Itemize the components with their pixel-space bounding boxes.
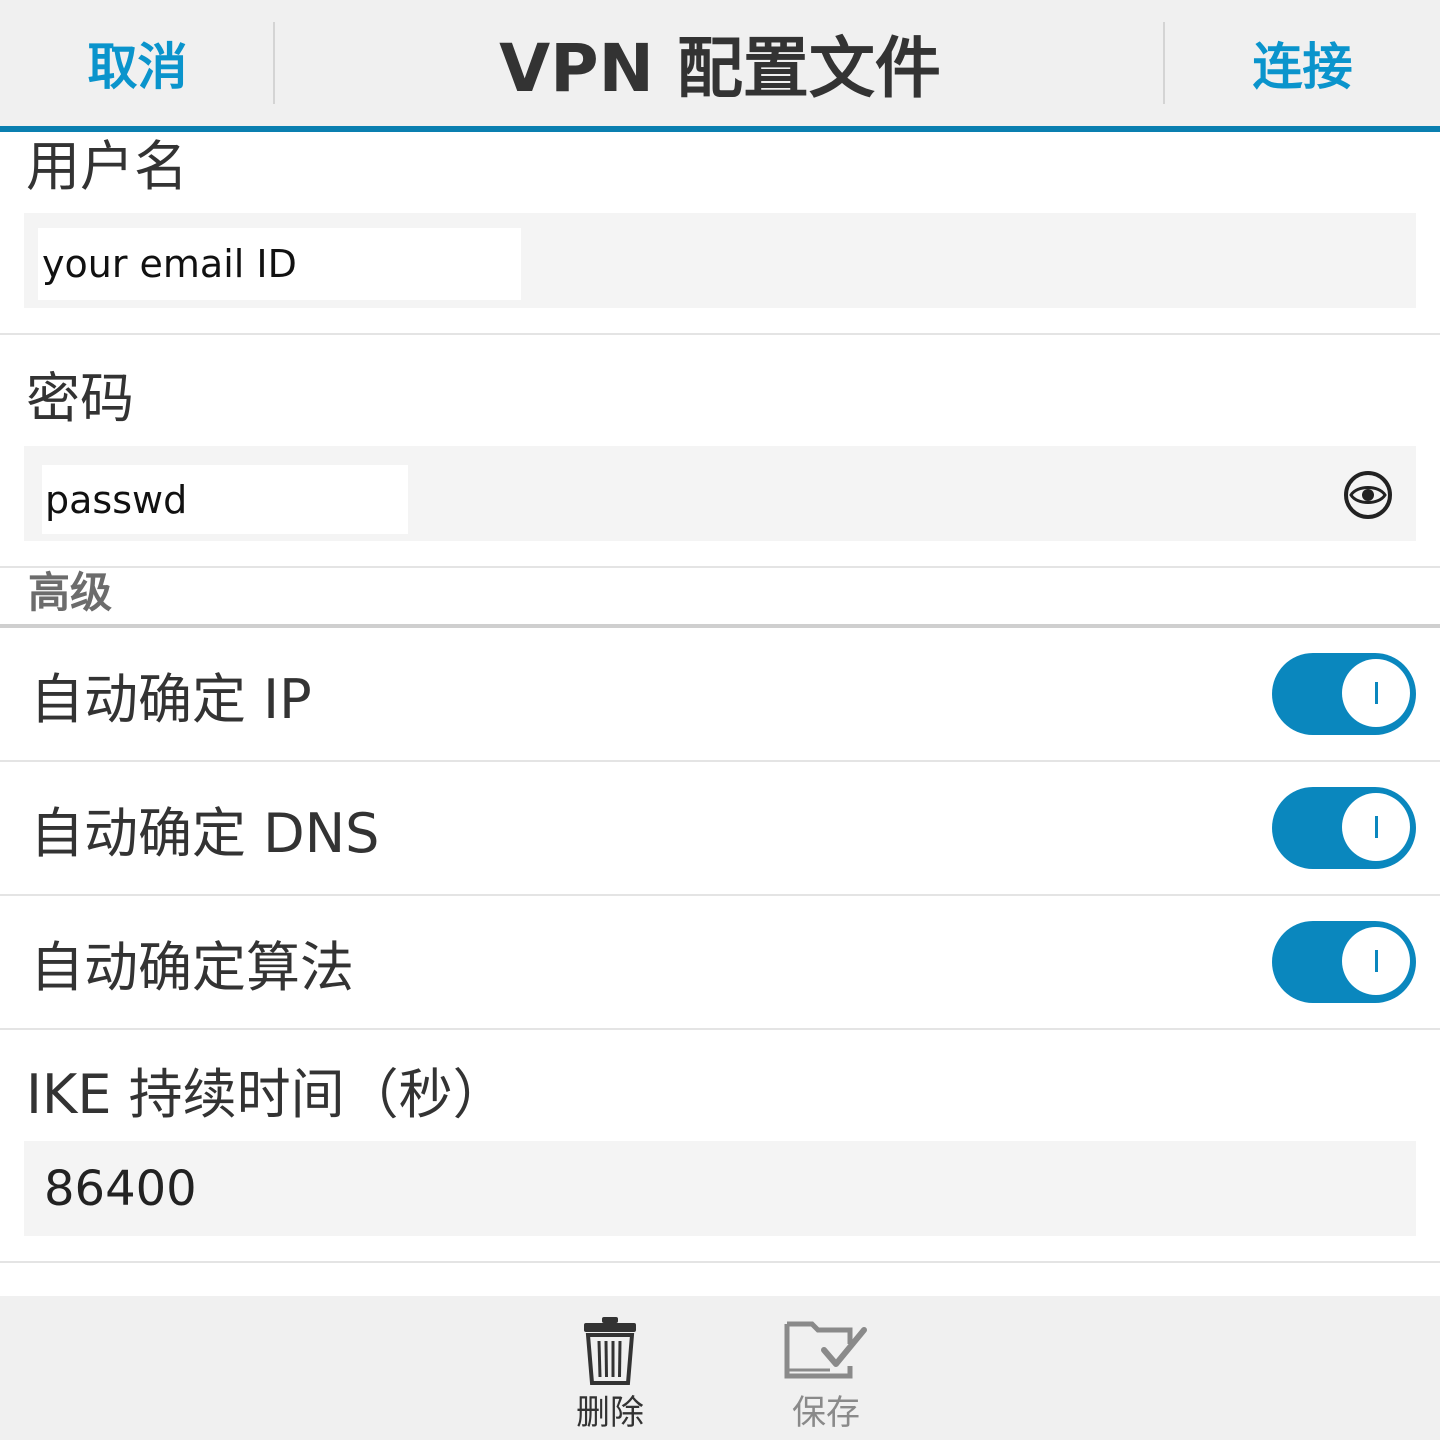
- password-label: 密码: [26, 367, 134, 430]
- title-bar: 取消 VPN 配置文件 连接: [0, 0, 1440, 132]
- password-field[interactable]: passwd: [24, 446, 1416, 541]
- auto-ip-row: 自动确定 IP: [0, 628, 1440, 760]
- ike-lifetime-input[interactable]: 86400: [44, 1141, 197, 1236]
- delete-label: 删除: [576, 1393, 644, 1433]
- toggle-knob: [1342, 927, 1410, 995]
- save-button[interactable]: 保存: [746, 1296, 906, 1440]
- eye-icon[interactable]: [1342, 469, 1394, 521]
- auto-ip-toggle[interactable]: [1272, 653, 1416, 735]
- divider: [0, 566, 1440, 568]
- auto-algorithm-row: 自动确定算法: [0, 896, 1440, 1028]
- divider: [0, 1261, 1440, 1263]
- ike-lifetime-field[interactable]: [24, 1141, 1416, 1236]
- connect-button[interactable]: 连接: [1165, 0, 1440, 126]
- username-label: 用户名: [26, 135, 188, 198]
- username-field[interactable]: your email ID: [24, 213, 1416, 308]
- trash-icon: [584, 1317, 636, 1385]
- auto-dns-label: 自动确定 DNS: [30, 801, 380, 865]
- auto-ip-label: 自动确定 IP: [30, 667, 312, 731]
- password-input[interactable]: passwd: [42, 465, 408, 534]
- auto-algorithm-label: 自动确定算法: [30, 935, 354, 999]
- cancel-button[interactable]: 取消: [0, 0, 275, 126]
- delete-button[interactable]: 删除: [530, 1296, 690, 1440]
- vpn-profile-screen: 取消 VPN 配置文件 连接 用户名 your email ID 密码 pass…: [0, 0, 1440, 1440]
- auto-dns-toggle[interactable]: [1272, 787, 1416, 869]
- divider: [0, 1028, 1440, 1030]
- username-input[interactable]: your email ID: [38, 228, 521, 300]
- auto-dns-row: 自动确定 DNS: [0, 762, 1440, 894]
- ike-lifetime-label: IKE 持续时间（秒）: [26, 1063, 507, 1126]
- auto-algorithm-toggle[interactable]: [1272, 921, 1416, 1003]
- save-label: 保存: [792, 1393, 860, 1433]
- section-header-advanced: 高级: [28, 568, 113, 617]
- title-bar-divider-left: [273, 22, 275, 104]
- action-bar: 删除 保存: [0, 1296, 1440, 1440]
- divider: [0, 333, 1440, 335]
- folder-check-icon: [784, 1321, 867, 1379]
- toggle-knob: [1342, 659, 1410, 727]
- page-title: VPN 配置文件: [499, 30, 941, 107]
- toggle-knob: [1342, 793, 1410, 861]
